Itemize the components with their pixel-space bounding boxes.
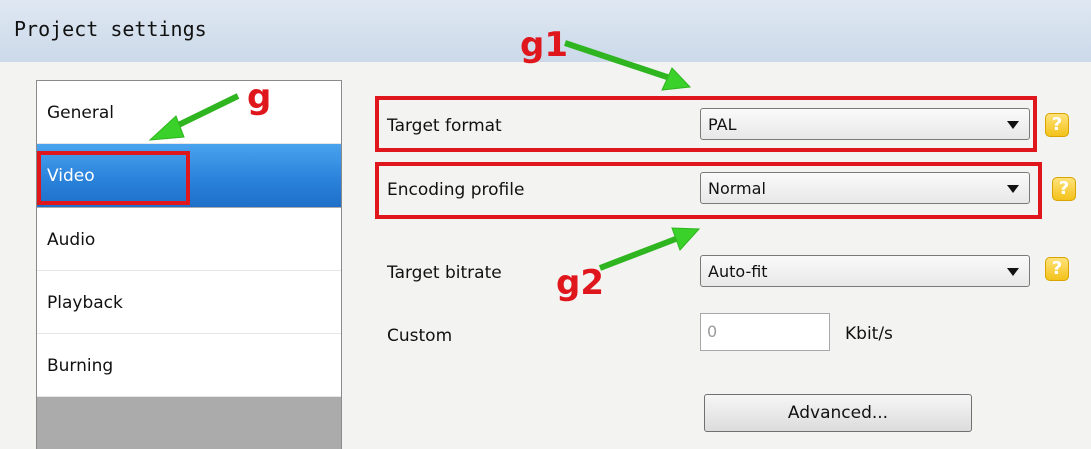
arrow-to-encoding-profile-icon [598,227,701,271]
arrow-to-video-icon [148,93,240,141]
annotation-arrows [148,40,701,271]
arrow-to-target-format-icon [564,40,692,91]
